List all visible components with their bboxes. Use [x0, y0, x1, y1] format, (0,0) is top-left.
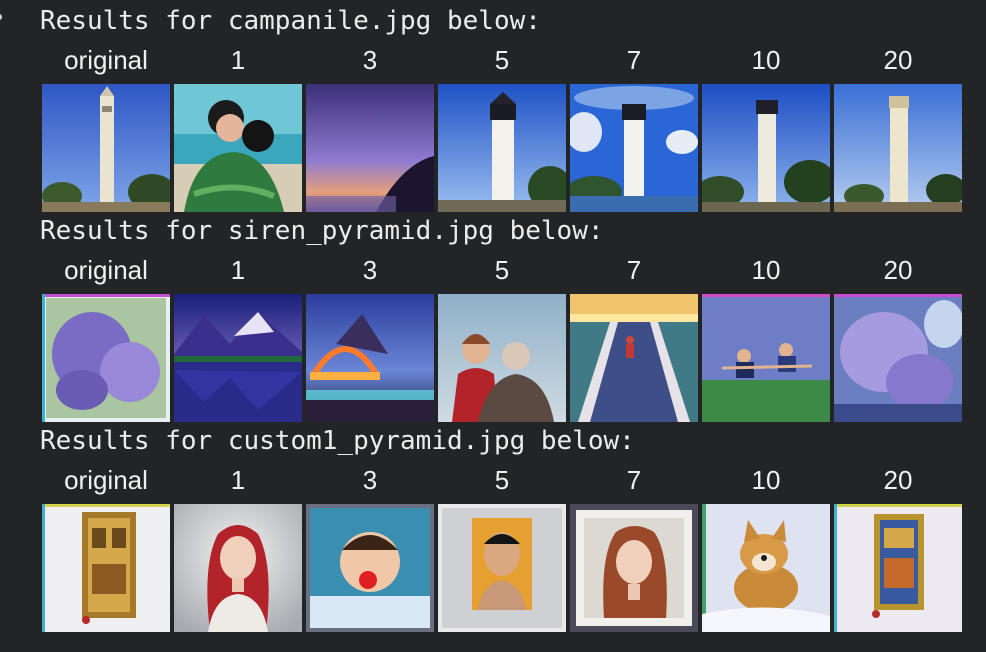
- results-heading: Results for custom1_pyramid.jpg below:: [40, 426, 635, 456]
- lighthouse-with-trees: [702, 84, 830, 212]
- column-label-10: 10: [751, 255, 781, 285]
- column-label-5: 5: [494, 255, 510, 285]
- ornate-golden-book: [42, 504, 170, 632]
- mountain-lake-reflection: [174, 294, 302, 422]
- column-label-5: 5: [494, 465, 510, 495]
- ornate-tapestry-book: [834, 504, 962, 632]
- column-label-original: original: [64, 255, 148, 285]
- column-label-10: 10: [751, 45, 781, 75]
- white-lighthouse: [438, 84, 566, 212]
- lighthouse-pale-sky: [834, 84, 962, 212]
- column-label-20: 20: [883, 465, 913, 495]
- campanile-tower-photo: [42, 84, 170, 212]
- lilac-flowers-by-water: [834, 294, 962, 422]
- glowing-bridge-at-dusk: [306, 294, 434, 422]
- results-heading: Results for campanile.jpg below:: [40, 6, 541, 36]
- thumbnail-row: [0, 84, 986, 212]
- people-floating-over-lake: [702, 294, 830, 422]
- purple-sunset-coastline: [306, 84, 434, 212]
- column-labels: original 1 3 5 7 10 20: [0, 464, 986, 496]
- column-labels: original 1 3 5 7 10 20: [0, 254, 986, 286]
- thumbnail-row: [0, 504, 986, 632]
- red-haired-woman-portrait: [174, 504, 302, 632]
- column-label-3: 3: [362, 45, 378, 75]
- woman-and-old-man: [438, 294, 566, 422]
- column-label-original: original: [64, 45, 148, 75]
- output-bullet: [0, 14, 2, 20]
- column-label-7: 7: [626, 45, 642, 75]
- thumbnail-row: [0, 294, 986, 422]
- column-label-20: 20: [883, 45, 913, 75]
- couple-embracing-by-sea: [174, 84, 302, 212]
- column-label-7: 7: [626, 255, 642, 285]
- column-label-original: original: [64, 465, 148, 495]
- column-label-5: 5: [494, 45, 510, 75]
- column-label-3: 3: [362, 255, 378, 285]
- shiba-dog-in-snow: [702, 504, 830, 632]
- column-label-1: 1: [230, 45, 246, 75]
- lilac-flowers-framed: [42, 294, 170, 422]
- lighthouse-with-clouds: [570, 84, 698, 212]
- column-label-20: 20: [883, 255, 913, 285]
- column-label-1: 1: [230, 255, 246, 285]
- column-label-3: 3: [362, 465, 378, 495]
- column-label-7: 7: [626, 465, 642, 495]
- framed-portrait-woman: [570, 504, 698, 632]
- column-label-1: 1: [230, 465, 246, 495]
- column-labels: original 1 3 5 7 10 20: [0, 44, 986, 76]
- pier-walkway-over-water: [570, 294, 698, 422]
- results-heading: Results for siren_pyramid.jpg below:: [40, 216, 604, 246]
- framed-portrait-man: [438, 504, 566, 632]
- baby-with-red-nose: [306, 504, 434, 632]
- column-label-10: 10: [751, 465, 781, 495]
